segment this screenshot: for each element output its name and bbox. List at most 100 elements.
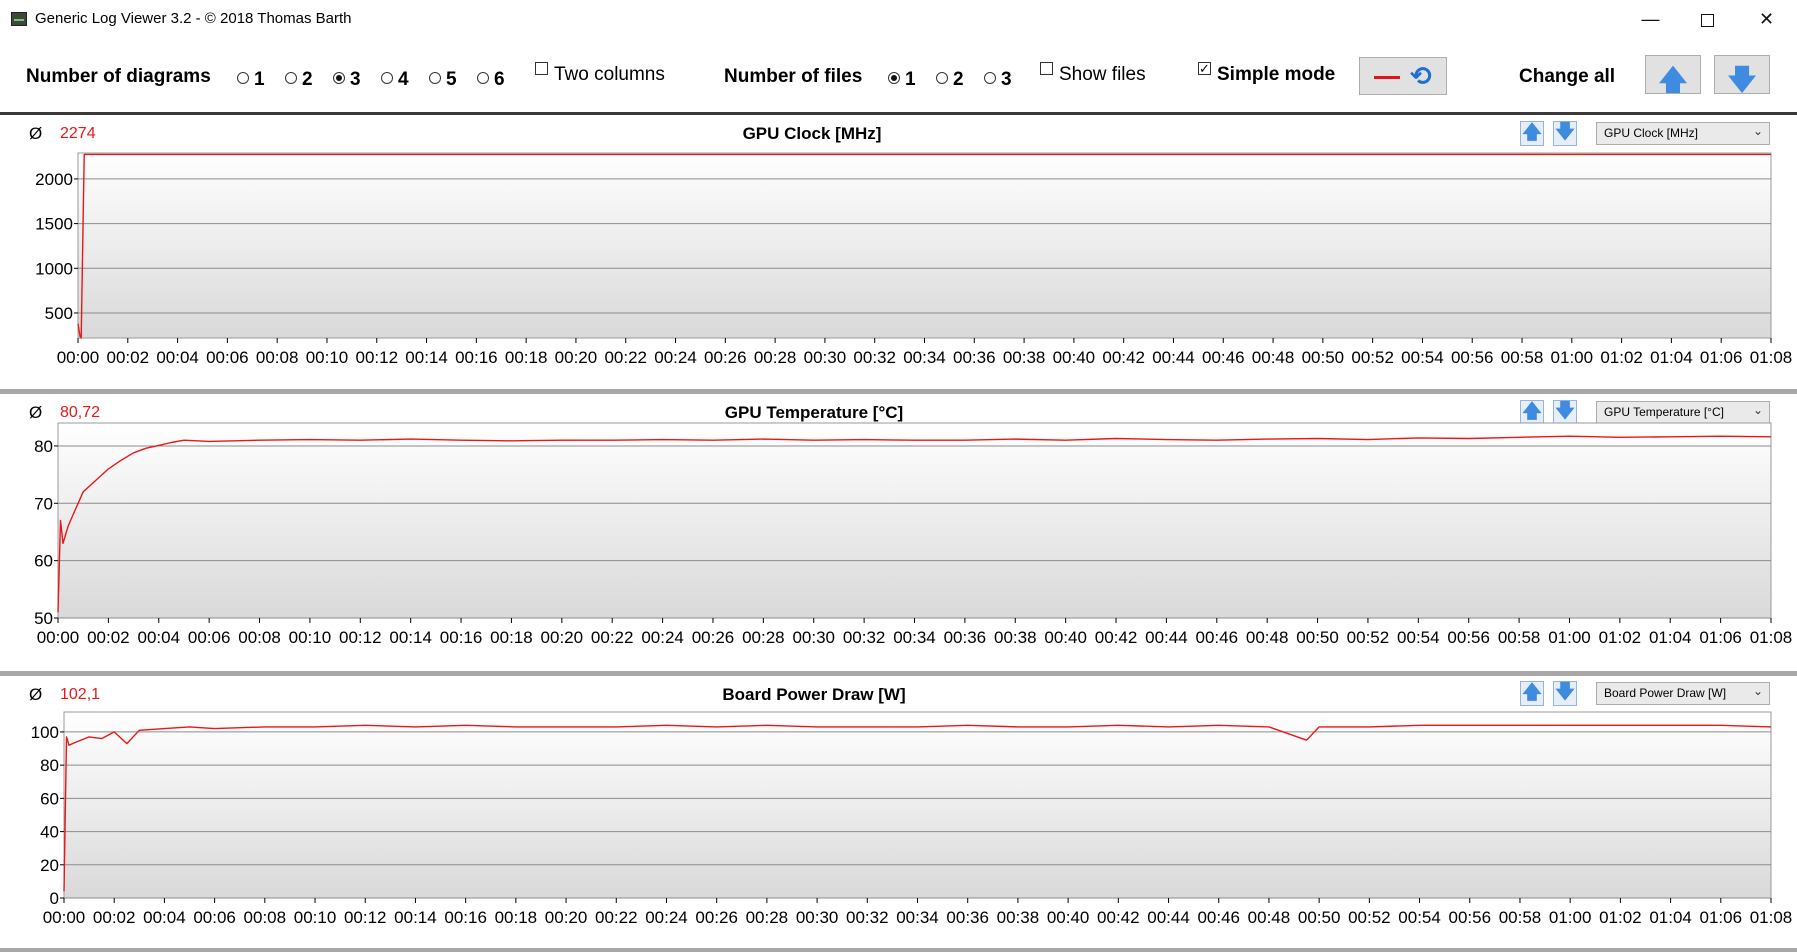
maximize-button[interactable] [1678,0,1737,38]
x-tick-label: 00:26 [695,908,738,927]
x-tick-label: 00:08 [256,348,299,367]
window-title: Generic Log Viewer 3.2 - © 2018 Thomas B… [35,10,352,27]
x-tick-label: 00:20 [545,908,588,927]
x-tick-label: 00:36 [946,908,989,927]
y-tick-label: 1000 [35,259,73,278]
x-tick-label: 01:04 [1650,348,1693,367]
x-tick-label: 00:42 [1102,348,1145,367]
x-tick-label: 00:38 [1003,348,1046,367]
x-tick-label: 00:52 [1351,348,1394,367]
x-tick-label: 01:02 [1600,348,1643,367]
radio-dot [285,71,297,84]
close-button[interactable]: ✕ [1737,0,1796,38]
diagrams-radio-1[interactable]: 1 [237,69,265,90]
x-tick-label: 01:08 [1750,628,1793,647]
y-tick-label: 60 [34,552,53,571]
radio-dot [888,71,900,84]
diagrams-radio-2[interactable]: 2 [285,69,313,90]
x-tick-label: 00:20 [555,348,598,367]
window-bottom-border [0,948,1797,952]
diagram-panel-gpu-clock: Ø 2274 GPU Clock [MHz] 🡅 🡇 GPU Clock [MH… [0,115,1797,389]
radio-dot [429,71,441,84]
change-all-label: Change all [1519,66,1616,87]
files-radio-3[interactable]: 3 [984,69,1012,90]
plot-area [63,711,1772,899]
x-tick-label: 00:16 [444,908,487,927]
x-tick-label: 01:00 [1548,628,1591,647]
x-tick-label: 00:04 [143,908,186,927]
title-bar: Generic Log Viewer 3.2 - © 2018 Thomas B… [0,0,1797,38]
x-tick-label: 00:30 [796,908,839,927]
plot-area [57,422,1772,619]
x-tick-label: 00:04 [137,628,180,647]
toolbar: Number of diagrams 1 2 3 4 5 6 Two colum… [0,38,1797,112]
x-tick-label: 01:06 [1700,908,1743,927]
x-tick-label: 00:40 [1044,628,1087,647]
radio-label: 3 [350,69,361,90]
x-tick-label: 00:32 [843,628,886,647]
y-tick-label: 500 [45,304,73,323]
radio-dot [984,71,996,84]
two-columns-checkbox[interactable]: Two columns [535,62,665,86]
number-of-files-label: Number of files [724,66,863,87]
x-tick-label: 00:54 [1397,628,1440,647]
x-tick-label: 00:02 [87,628,130,647]
series-color-button[interactable]: ⟲ [1359,57,1447,95]
x-tick-label: 00:12 [355,348,398,367]
check-icon: ✓ [1198,61,1211,77]
x-tick-label: 00:28 [746,908,789,927]
x-tick-label: 00:54 [1398,908,1441,927]
diagrams-radio-6[interactable]: 6 [477,69,505,90]
chart-gpu-clock: 500 1000 1500 2000 00:00 00:02 00:04 00:06 00:08… [35,152,1793,367]
files-radio-2[interactable]: 2 [936,69,964,90]
radio-label: 4 [398,69,409,90]
change-all-down-button[interactable]: 🡇 [1714,55,1770,95]
x-tick-label: 00:10 [294,908,337,927]
refresh-icon: ⟲ [1410,61,1432,91]
x-tick-label: 00:32 [853,348,896,367]
show-files-checkbox[interactable]: Show files [1040,62,1146,86]
x-tick-label: 00:56 [1448,908,1491,927]
radio-dot [237,71,249,84]
x-tick-label: 00:16 [455,348,498,367]
diagrams-radio-5[interactable]: 5 [429,69,457,90]
x-tick-label: 00:34 [893,628,936,647]
x-tick-label: 00:24 [654,348,697,367]
diagrams-radio-4[interactable]: 4 [381,69,409,90]
x-tick-label: 01:02 [1599,628,1642,647]
change-all-up-button[interactable]: 🡅 [1645,55,1701,95]
number-of-diagrams-label: Number of diagrams [26,66,211,87]
x-tick-label: 00:20 [541,628,584,647]
x-tick-label: 00:22 [591,628,634,647]
x-tick-label: 00:58 [1498,628,1541,647]
x-tick-label: 00:46 [1197,908,1240,927]
x-tick-label: 00:48 [1248,908,1291,927]
x-tick-label: 00:52 [1348,908,1391,927]
x-tick-label: 00:40 [1047,908,1090,927]
radio-label: 1 [905,69,916,90]
y-tick-label: 1500 [35,215,73,234]
checkbox-box [1040,62,1053,76]
minimize-button[interactable]: — [1621,0,1680,38]
x-tick-label: 00:16 [440,628,483,647]
diagrams-radio-3[interactable]: 3 [333,69,361,90]
x-tick-label: 00:10 [289,628,332,647]
x-tick-label: 00:06 [188,628,231,647]
x-tick-label: 00:34 [896,908,939,927]
y-tick-label: 40 [40,823,59,842]
x-tick-label: 00:48 [1252,348,1295,367]
x-tick-label: 00:12 [344,908,387,927]
x-tick-label: 01:08 [1750,348,1793,367]
series-color-swatch [1374,76,1400,79]
y-tick-label: 0 [50,889,59,908]
simple-mode-checkbox[interactable]: ✓ Simple mode [1198,61,1335,86]
x-tick-label: 00:10 [306,348,349,367]
x-tick-label: 01:00 [1549,908,1592,927]
x-tick-label: 00:00 [37,628,80,647]
y-tick-label: 2000 [35,170,73,189]
x-tick-label: 00:56 [1447,628,1490,647]
x-tick-label: 00:28 [754,348,797,367]
x-tick-label: 00:42 [1097,908,1140,927]
x-tick-label: 00:54 [1401,348,1444,367]
files-radio-1[interactable]: 1 [888,69,916,90]
